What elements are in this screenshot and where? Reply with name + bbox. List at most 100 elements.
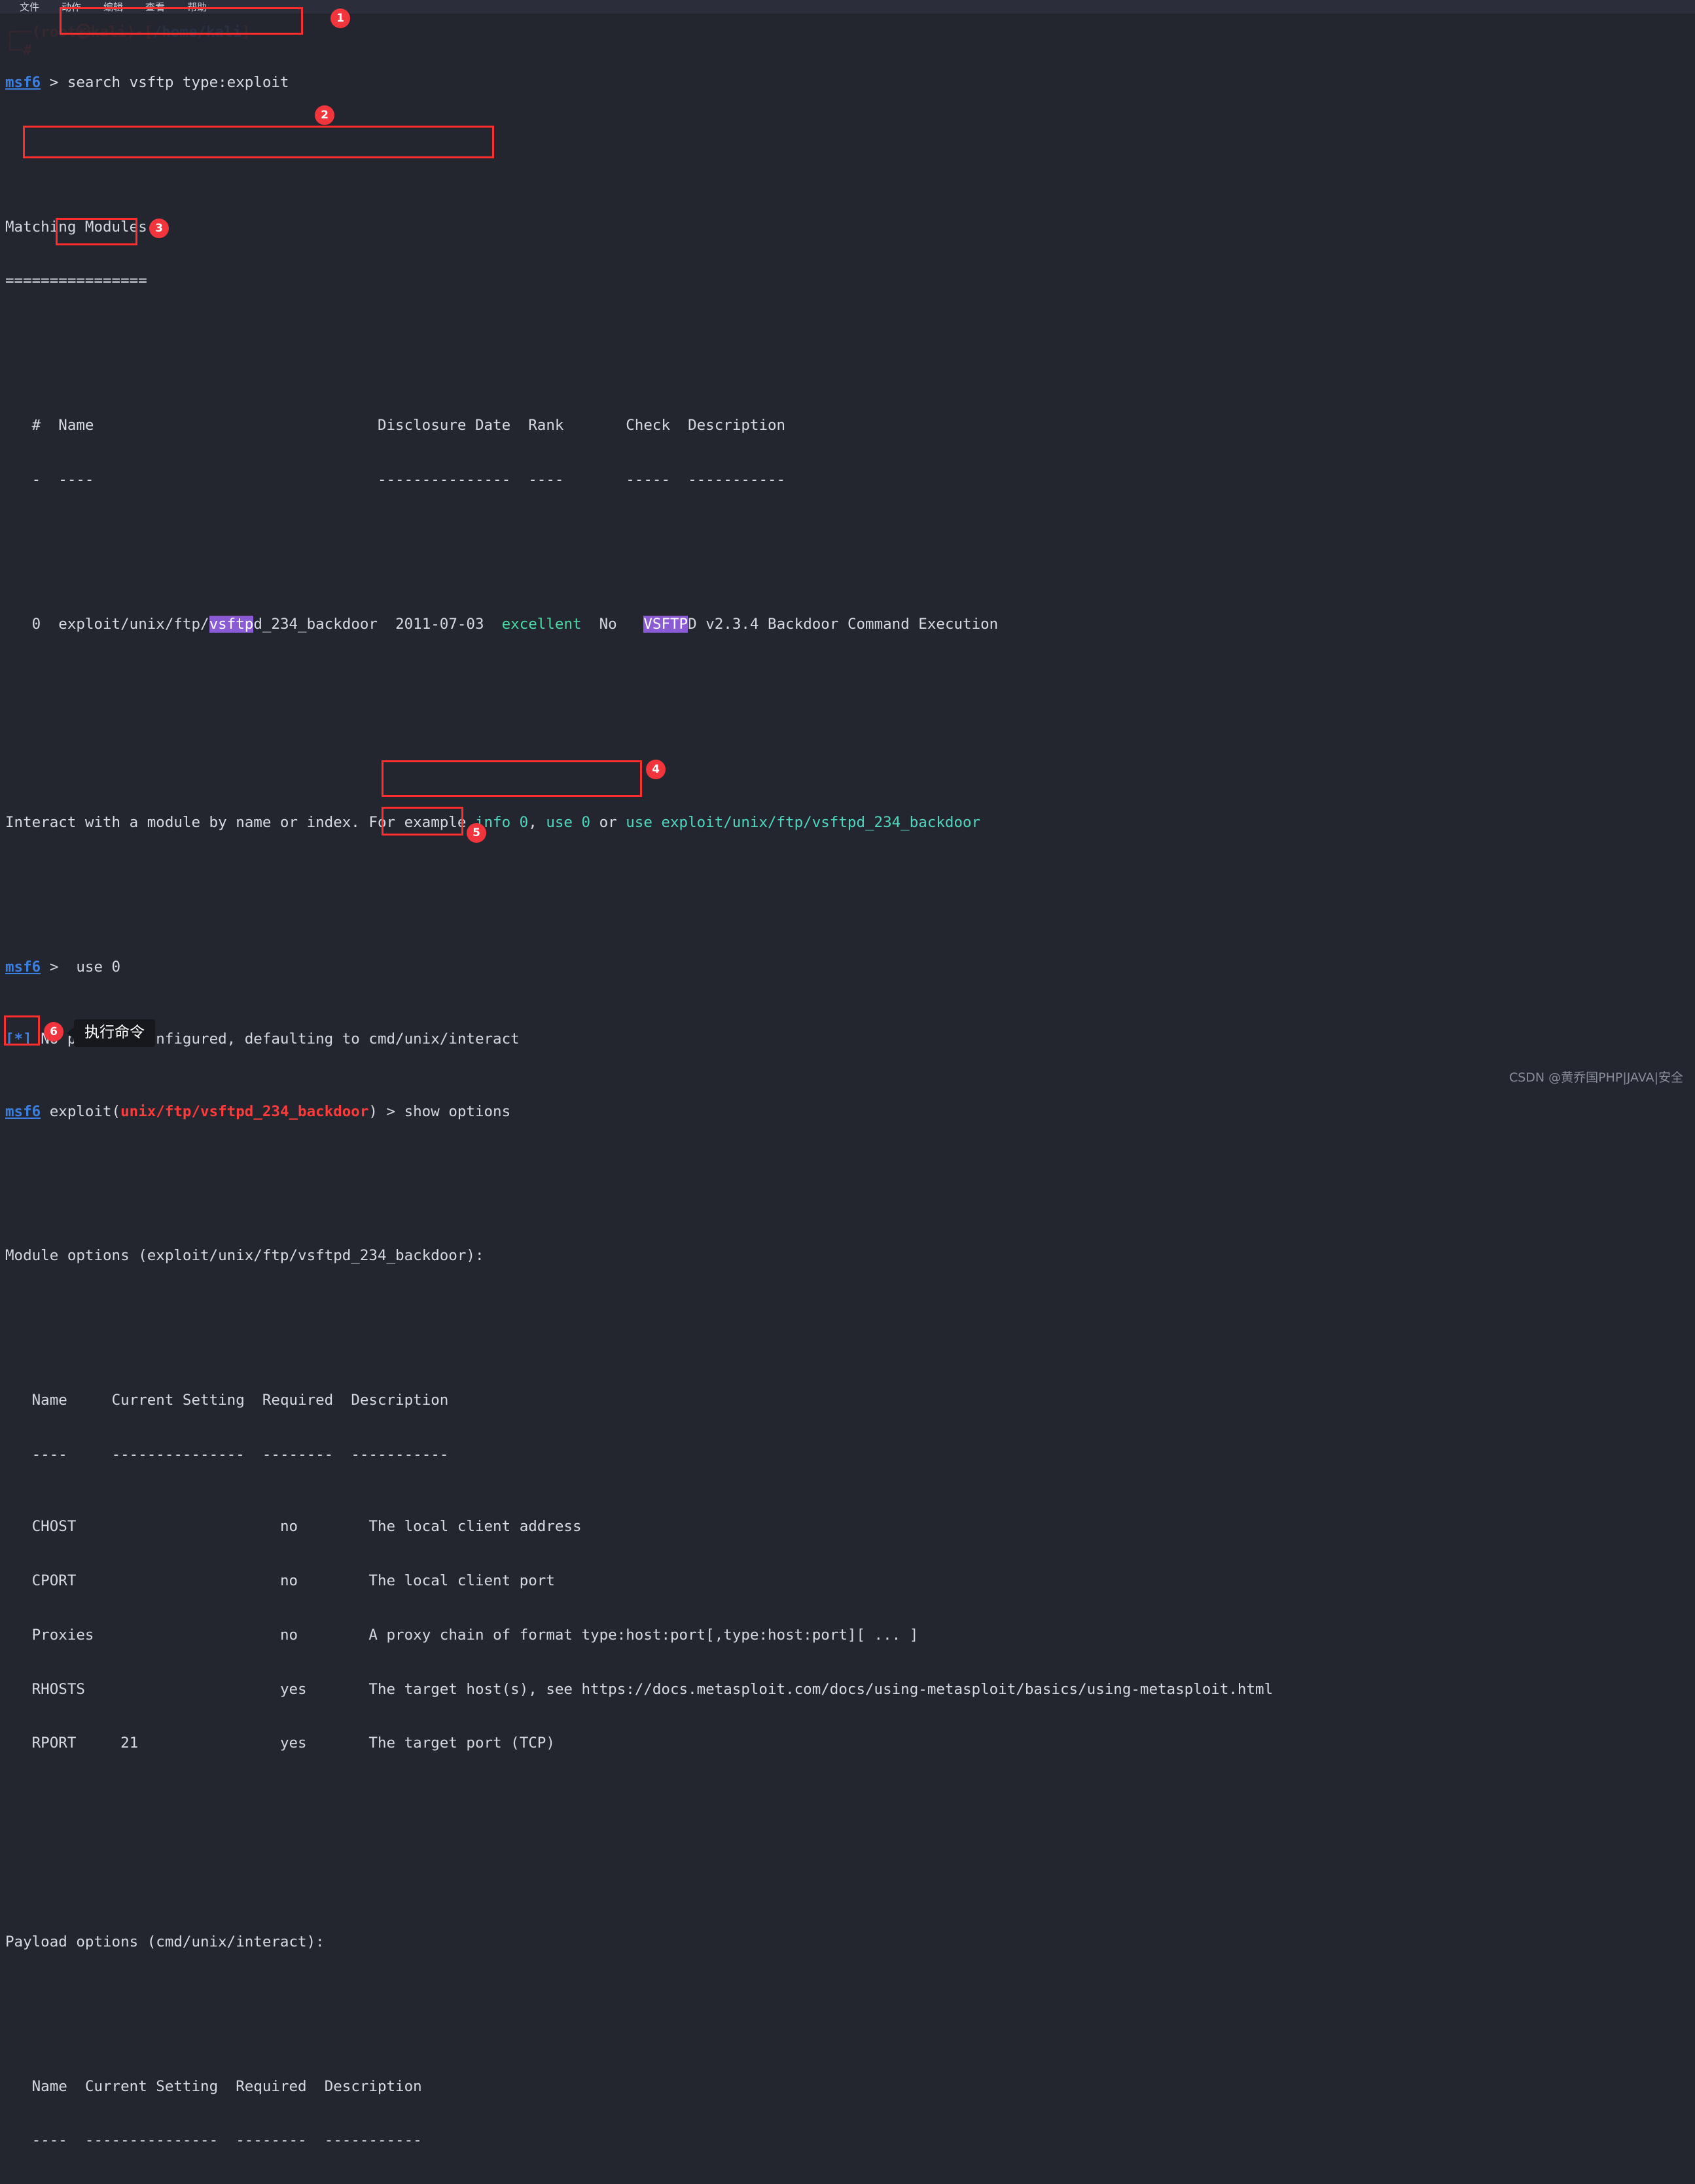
payload-rule-current: ---------------	[84, 2132, 219, 2149]
module-option-row-chost: CHOST no The local client address	[5, 1518, 1695, 1536]
menu-item-edit[interactable]: 编辑	[103, 0, 123, 14]
search-table-row[interactable]: 0 exploit/unix/ftp/vsftpd_234_backdoor 2…	[5, 615, 1695, 634]
module-cell-required-chost: no	[279, 1518, 298, 1536]
module-context-show: unix/ftp/vsftpd_234_backdoor	[120, 1102, 369, 1120]
interact-hint-sep1: ,	[528, 814, 546, 832]
search-rule-name: ----	[58, 470, 94, 488]
module-cell-current-rport: 21	[120, 1735, 139, 1752]
interact-hint-example-use: use 0	[546, 814, 591, 832]
prompt-line-search: msf6 > search vsftp type:exploit	[5, 74, 1695, 92]
search-cell-check: No	[599, 615, 617, 633]
module-cell-name-proxies: Proxies	[31, 1626, 94, 1644]
annotation-marker-1: 1	[330, 9, 350, 28]
module-cell-name-cport: CPORT	[31, 1572, 77, 1590]
payload-th-required: Required	[236, 2077, 307, 2095]
module-rule-required: --------	[262, 1445, 334, 1463]
search-rule-index: -	[31, 470, 41, 488]
payload-th-current: Current Setting	[84, 2077, 219, 2095]
module-options-rule: ---- --------------- -------- ----------…	[5, 1446, 1695, 1464]
search-cell-date: 2011-07-03	[395, 615, 484, 633]
search-cell-index: 0	[31, 615, 41, 633]
search-th-rank: Rank	[528, 417, 564, 434]
search-rule-rank: ----	[528, 470, 564, 488]
module-options-title: Module options (exploit/unix/ftp/vsftpd_…	[5, 1247, 484, 1265]
msg-no-payload: [*] No payload configured, defaulting to…	[5, 1030, 1695, 1049]
module-rule-current: ---------------	[111, 1445, 245, 1463]
module-option-row-cport: CPORT no The local client port	[5, 1572, 1695, 1591]
search-th-date: Disclosure Date	[377, 417, 511, 434]
command-use[interactable]: use 0	[76, 959, 120, 976]
module-cell-required-proxies: no	[279, 1626, 298, 1644]
search-cell-name-post: d_234_backdoor	[253, 615, 378, 633]
module-cell-required-rport: yes	[279, 1735, 307, 1752]
prompt-label: msf6	[5, 73, 41, 91]
command-search[interactable]: search vsftp type:exploit	[67, 74, 289, 91]
module-cell-required-cport: no	[279, 1572, 298, 1590]
module-rule-description: -----------	[351, 1445, 449, 1463]
annotation-marker-2: 2	[315, 105, 334, 125]
module-cell-desc-rhosts: The target host(s), see https://docs.met…	[368, 1680, 1274, 1698]
payload-rule-required: --------	[236, 2132, 307, 2149]
prompt-arrow-use: >	[41, 958, 67, 976]
search-rule-date: ---------------	[377, 470, 511, 488]
prompt-label-use: msf6	[5, 958, 41, 976]
module-th-name: Name	[31, 1392, 67, 1409]
search-cell-desc-post: D v2.3.4 Backdoor Command Execution	[688, 615, 999, 633]
payload-options-rule: ---- --------------- -------- ----------…	[5, 2132, 1695, 2150]
payload-options-header: Name Current Setting Required Descriptio…	[5, 2078, 1695, 2096]
annotation-marker-4: 4	[646, 760, 666, 779]
module-option-row-proxies: Proxies no A proxy chain of format type:…	[5, 1627, 1695, 1645]
search-th-check: Check	[626, 417, 670, 434]
annotation-marker-6: 6	[44, 1022, 63, 1042]
module-th-description: Description	[351, 1392, 449, 1409]
interact-hint-pre: Interact with a module by name or index.…	[5, 814, 475, 832]
module-options-header: Name Current Setting Required Descriptio…	[5, 1392, 1695, 1410]
module-cell-desc-cport: The local client port	[368, 1572, 555, 1590]
menu-bar: 文件 动作 编辑 查看 帮助	[0, 0, 1695, 14]
annotation-marker-3: 3	[149, 219, 169, 238]
payload-rule-name: ----	[31, 2132, 67, 2149]
menu-item-help[interactable]: 帮助	[187, 0, 207, 14]
prompt-line-show-options: msf6 exploit(unix/ftp/vsftpd_234_backdoo…	[5, 1102, 511, 1120]
module-cell-desc-rport: The target port (TCP)	[368, 1735, 555, 1752]
payload-options-title: Payload options (cmd/unix/interact):	[5, 1933, 325, 1950]
module-cell-name-rport: RPORT	[31, 1735, 77, 1752]
search-rule-check: -----	[626, 470, 670, 488]
module-option-row-rhosts: RHOSTS yes The target host(s), see https…	[5, 1681, 1695, 1699]
search-th-index: #	[31, 417, 41, 434]
annotation-tooltip-exec: 执行命令	[67, 1019, 155, 1048]
prompt-arrow: >	[41, 73, 67, 91]
menu-item-file[interactable]: 文件	[20, 0, 39, 14]
search-th-description: Description	[688, 417, 786, 434]
search-cell-rank: excellent	[501, 615, 582, 633]
terminal-output[interactable]: msf6 > search vsftp type:exploit Matchin…	[0, 14, 1695, 2149]
prompt-line-use: msf6 > use 0	[5, 959, 1695, 977]
menu-item-view[interactable]: 查看	[145, 0, 165, 14]
prompt-arrow-show: >	[377, 1102, 404, 1120]
payload-rule-description: -----------	[324, 2132, 422, 2149]
search-cell-name-highlight: vsftp	[209, 615, 254, 633]
menu-item-actions[interactable]: 动作	[62, 0, 81, 14]
command-show-options[interactable]: show options	[404, 1103, 511, 1120]
search-rule-description: -----------	[688, 470, 786, 488]
payload-th-description: Description	[324, 2077, 422, 2095]
search-table-header: # Name Disclosure Date Rank Check Descri…	[5, 417, 1695, 435]
status-tag-info: [*]	[5, 1030, 32, 1048]
module-rule-name: ----	[31, 1445, 67, 1463]
module-option-row-rport: RPORT 21 yes The target port (TCP)	[5, 1735, 1695, 1753]
module-th-required: Required	[262, 1392, 334, 1409]
interact-hint-sep2: or	[590, 814, 626, 832]
module-cell-name-rhosts: RHOSTS	[31, 1680, 85, 1698]
search-cell-desc-highlight: VSFTP	[643, 615, 688, 633]
search-th-name: Name	[58, 417, 94, 434]
module-cell-name-chost: CHOST	[31, 1518, 77, 1536]
interact-hint-example-use-full: use exploit/unix/ftp/vsftpd_234_backdoor	[626, 814, 981, 832]
search-table-rule: - ---- --------------- ---- ----- ------…	[5, 471, 1695, 489]
module-th-current: Current Setting	[111, 1392, 245, 1409]
module-cell-desc-proxies: A proxy chain of format type:host:port[,…	[368, 1626, 919, 1644]
matching-modules-title: Matching Modules	[5, 218, 147, 236]
module-cell-required-rhosts: yes	[279, 1680, 307, 1698]
matching-modules-rule: ================	[5, 272, 147, 290]
terminal-window: 文件 动作 编辑 查看 帮助 ┌──(root㉿kali)-[/home/kal…	[0, 0, 1695, 2149]
interact-hint: Interact with a module by name or index.…	[5, 814, 1695, 832]
